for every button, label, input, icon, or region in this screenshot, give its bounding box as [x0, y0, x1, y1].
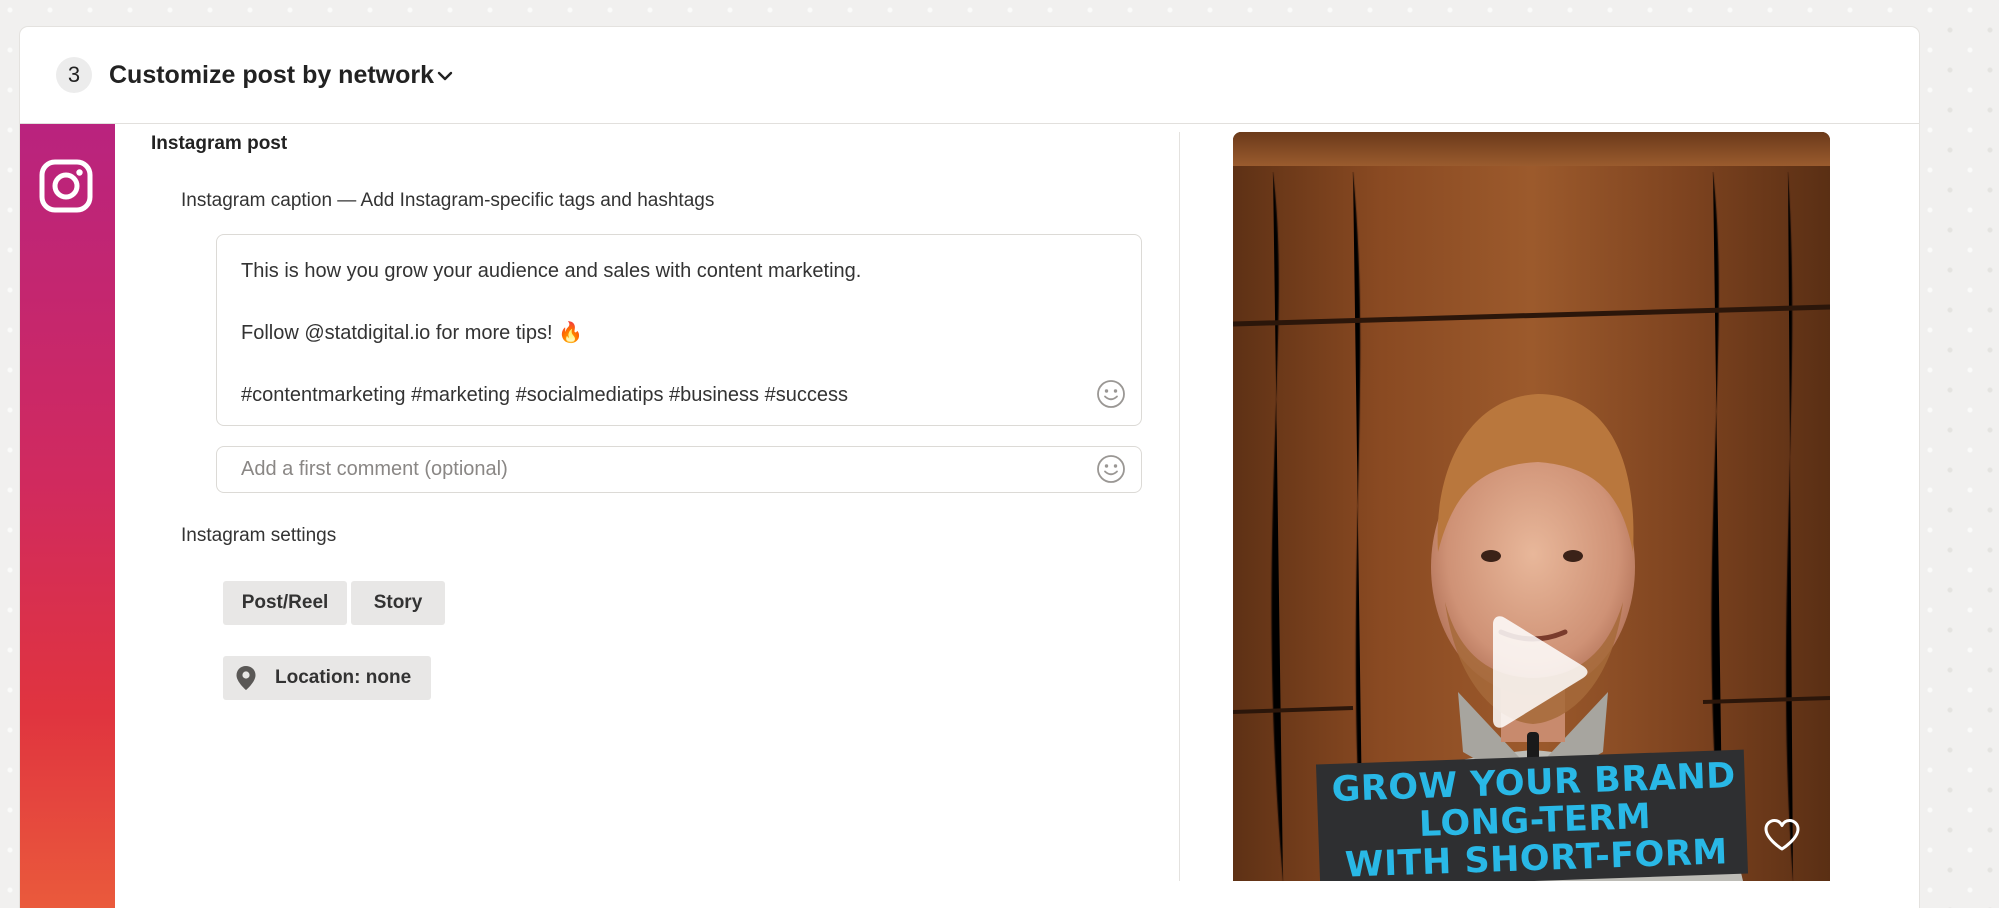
heart-icon[interactable]	[1763, 818, 1801, 852]
settings-label: Instagram settings	[181, 525, 337, 546]
video-preview[interactable]: GROW YOUR BRAND LONG-TERM WITH SHORT-FOR…	[1233, 132, 1830, 881]
step-header[interactable]: 3 Customize post by network	[20, 27, 1919, 124]
location-button[interactable]: Location: none	[223, 656, 431, 700]
caption-line: #contentmarketing #marketing #socialmedi…	[241, 384, 848, 406]
emoji-icon[interactable]	[1096, 454, 1126, 484]
instagram-icon	[39, 159, 93, 213]
chevron-down-icon[interactable]	[434, 65, 456, 87]
caption-line: This is how you grow your audience and s…	[241, 260, 862, 282]
caption-textarea[interactable]: This is how you grow your audience and s…	[216, 234, 1142, 426]
story-button[interactable]: Story	[351, 581, 445, 625]
caption-label: Instagram caption — Add Instagram-specif…	[181, 190, 715, 211]
post-reel-button[interactable]: Post/Reel	[223, 581, 347, 625]
location-label: Location: none	[275, 667, 412, 688]
caption-text[interactable]: This is how you grow your audience and s…	[241, 259, 861, 407]
section-title: Instagram post	[151, 133, 288, 154]
step-number: 3	[56, 57, 92, 93]
first-comment-input[interactable]: Add a first comment (optional)	[216, 446, 1142, 493]
instagram-network-rail	[20, 124, 115, 908]
caption-line: Follow @statdigital.io for more tips! 🔥	[241, 322, 583, 344]
column-divider	[1179, 132, 1180, 881]
location-pin-icon	[236, 666, 256, 690]
step-title[interactable]: Customize post by network	[109, 57, 434, 93]
video-overlay-caption: GROW YOUR BRAND LONG-TERM WITH SHORT-FOR…	[1319, 756, 1751, 881]
customize-panel: 3 Customize post by network Instagram po…	[20, 27, 1919, 908]
emoji-icon[interactable]	[1096, 379, 1126, 409]
first-comment-placeholder: Add a first comment (optional)	[241, 458, 508, 480]
play-icon[interactable]	[1491, 612, 1591, 732]
